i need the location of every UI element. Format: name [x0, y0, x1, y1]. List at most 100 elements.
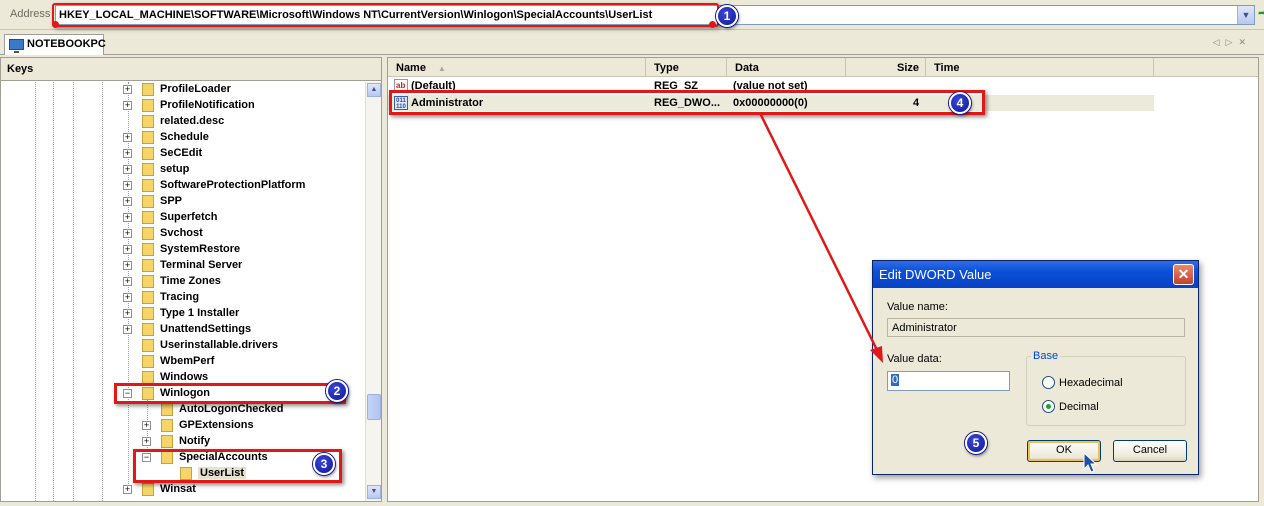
expand-icon[interactable]: + [123, 325, 132, 334]
folder-icon [142, 115, 154, 128]
dialog-title-bar[interactable]: Edit DWORD Value ✕ [873, 261, 1198, 288]
column-size-label: Size [896, 62, 919, 74]
expand-icon[interactable]: + [123, 165, 132, 174]
edit-dword-dialog: Edit DWORD Value ✕ Value name: Administr… [872, 260, 1199, 475]
value-name-text: Administrator [892, 322, 957, 334]
tree-node-label: GPExtensions [179, 419, 254, 431]
callout-badge-3: 3 [313, 453, 335, 475]
expand-icon[interactable]: + [123, 85, 132, 94]
tree-node-label: SeCEdit [160, 147, 203, 159]
folder-icon [142, 131, 154, 144]
value-data-input[interactable]: 0 [887, 371, 1010, 391]
value-name-label: Value name: [887, 301, 948, 313]
expand-icon[interactable]: + [123, 133, 132, 142]
callout-badge-2: 2 [326, 380, 348, 402]
callout-specialaccounts-box [133, 449, 342, 483]
keys-header: Keys [1, 58, 381, 81]
expand-icon[interactable]: + [123, 485, 132, 494]
expand-icon[interactable]: + [123, 261, 132, 270]
tree-node-label: Terminal Server [160, 259, 243, 271]
column-time[interactable]: Time [926, 58, 1154, 77]
column-data[interactable]: Data [727, 58, 846, 77]
column-name[interactable]: Name ▲ [388, 58, 646, 77]
base-label: Base [1031, 350, 1061, 362]
expand-icon[interactable]: + [123, 245, 132, 254]
address-dropdown-button[interactable]: ▼ [1237, 6, 1254, 24]
tree-node-label: ProfileLoader [160, 83, 231, 95]
folder-icon [142, 355, 154, 368]
tree-node-label: SystemRestore [160, 243, 241, 255]
go-arrow-icon[interactable]: ➦ [1258, 8, 1264, 20]
column-type-label: Type [654, 62, 679, 74]
callout-administrator-box [389, 90, 985, 115]
registry-editor-window: Address HKEY_LOCAL_MACHINE\SOFTWARE\Micr… [0, 0, 1264, 506]
key-tree[interactable]: + ProfileLoader + ProfileNotification relate… [1, 82, 365, 501]
tree-node-label: Tracing [160, 291, 200, 303]
tab-bar: NOTEBOOKPC ◁▷✕ [0, 31, 1264, 55]
tree-node-label: Schedule [160, 131, 209, 143]
expand-icon[interactable]: + [123, 229, 132, 238]
tree-node-label: Time Zones [160, 275, 221, 287]
expand-icon[interactable]: + [123, 149, 132, 158]
tab-navigation-icons[interactable]: ◁▷✕ [1213, 37, 1252, 48]
tree-node-label: AutoLogonChecked [179, 403, 284, 415]
scroll-thumb[interactable] [367, 394, 381, 420]
column-size[interactable]: Size [846, 58, 926, 77]
value-name-field: Administrator [887, 318, 1185, 337]
mouse-cursor-icon [1083, 452, 1098, 473]
tree-node-label: UnattendSettings [160, 323, 252, 335]
tree-node-label: SPP [160, 195, 183, 207]
column-type[interactable]: Type [646, 58, 727, 77]
sort-ascending-icon: ▲ [437, 64, 446, 73]
expand-icon[interactable]: + [142, 437, 151, 446]
folder-icon [142, 307, 154, 320]
folder-icon [142, 323, 154, 336]
tree-node-label: WbemPerf [160, 355, 215, 367]
expand-icon[interactable]: + [123, 101, 132, 110]
tree-node-label: Windows [160, 371, 209, 383]
scroll-down-button[interactable]: ▼ [367, 485, 381, 499]
expand-icon[interactable]: + [123, 213, 132, 222]
close-icon[interactable]: ✕ [1173, 264, 1194, 285]
keys-scrollbar[interactable]: ▲ ▼ [365, 82, 381, 501]
callout-dot [52, 21, 59, 28]
tab-notebookpc[interactable]: NOTEBOOKPC [4, 34, 106, 55]
decimal-label[interactable]: Decimal [1059, 401, 1099, 413]
tree-line [53, 82, 54, 501]
tree-node-label: Superfetch [160, 211, 218, 223]
value-data-text: 0 [891, 374, 900, 386]
hexadecimal-label[interactable]: Hexadecimal [1059, 377, 1123, 389]
expand-icon[interactable]: + [123, 181, 132, 190]
folder-icon [161, 403, 173, 416]
tree-node-label: Userinstallable.drivers [160, 339, 279, 351]
callout-address-box [52, 3, 719, 27]
tree-node-label: Svchost [160, 227, 203, 239]
folder-icon [142, 195, 154, 208]
column-time-label: Time [934, 62, 960, 74]
expand-icon[interactable]: + [123, 277, 132, 286]
tree-node-label: related.desc [160, 115, 225, 127]
tree-node-label: Type 1 Installer [160, 307, 240, 319]
tree-line [73, 82, 74, 501]
callout-badge-1: 1 [716, 5, 738, 27]
expand-icon[interactable]: + [123, 197, 132, 206]
expand-icon[interactable]: + [123, 293, 132, 302]
expand-icon[interactable]: + [142, 421, 151, 430]
hexadecimal-radio[interactable] [1042, 376, 1055, 389]
tab-label: NOTEBOOKPC [27, 38, 106, 50]
folder-icon [142, 275, 154, 288]
folder-icon [142, 83, 154, 96]
tree-node-label: ProfileNotification [160, 99, 255, 111]
dialog-title: Edit DWORD Value [879, 267, 992, 282]
folder-icon [161, 435, 173, 448]
expand-icon[interactable]: + [123, 309, 132, 318]
tree-node-label: setup [160, 163, 190, 175]
folder-icon [142, 179, 154, 192]
column-name-label: Name [396, 62, 426, 74]
decimal-radio[interactable] [1042, 400, 1055, 413]
cancel-button[interactable]: Cancel [1113, 440, 1187, 462]
column-data-label: Data [735, 62, 759, 74]
tree-line [102, 82, 103, 501]
values-column-header: Name ▲ Type Data Size Time [388, 58, 1258, 77]
scroll-up-button[interactable]: ▲ [367, 83, 381, 97]
